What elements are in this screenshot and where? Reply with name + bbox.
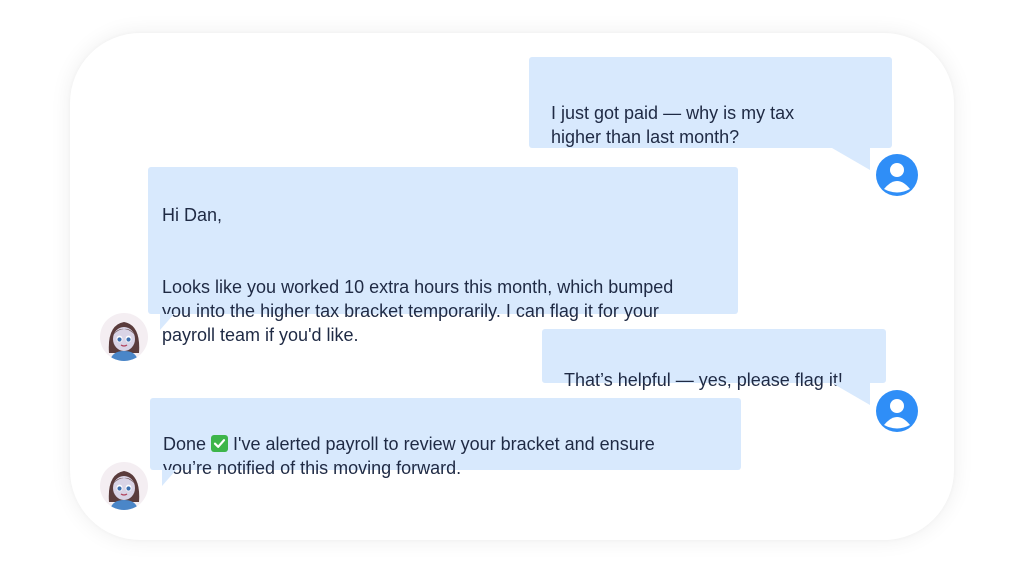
user-avatar-icon [876,154,918,196]
message-body: I've alerted payroll to review your brac… [163,434,655,478]
message-text: Done I've alerted payroll to review your… [163,432,728,480]
assistant-message-bubble: Done I've alerted payroll to review your… [150,398,741,478]
bubble-tail [832,383,870,405]
bubble-tail [160,314,174,330]
message-text: I just got paid — why is my tax higher t… [551,103,795,147]
assistant-avatar [100,313,148,361]
bubble-tail [162,470,176,486]
assistant-message-bubble: Hi Dan, Looks like you worked 10 extra h… [148,167,738,345]
assistant-avatar [100,462,148,510]
bubble-tail [832,148,870,170]
user-message-bubble: That’s helpful — yes, please flag it! [542,329,886,390]
message-prefix: Done [163,434,207,454]
user-message-bubble: I just got paid — why is my tax higher t… [529,57,892,148]
user-avatar-icon [876,390,918,432]
check-mark-icon [211,435,229,452]
message-text: That’s helpful — yes, please flag it! [564,370,843,390]
message-greeting: Hi Dan, [162,205,223,225]
